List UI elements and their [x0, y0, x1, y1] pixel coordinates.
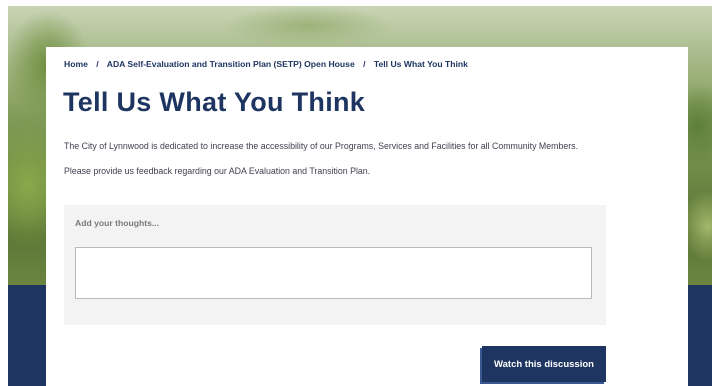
breadcrumb-setp-link[interactable]: ADA Self-Evaluation and Transition Plan … [107, 59, 355, 69]
feedback-prompt-text: Please provide us feedback regarding our… [64, 166, 371, 176]
comment-form: Add your thoughts... [64, 205, 606, 325]
breadcrumb-separator: / [363, 59, 366, 69]
breadcrumb-current: Tell Us What You Think [373, 59, 468, 69]
breadcrumb-home-link[interactable]: Home [64, 59, 88, 69]
breadcrumb: Home / ADA Self-Evaluation and Transitio… [64, 59, 468, 69]
comment-label: Add your thoughts... [75, 218, 160, 228]
watch-discussion-button[interactable]: Watch this discussion [482, 346, 606, 382]
breadcrumb-separator: / [96, 59, 99, 69]
content-card: Home / ADA Self-Evaluation and Transitio… [46, 47, 688, 386]
comment-textarea[interactable] [75, 247, 592, 299]
intro-text: The City of Lynnwood is dedicated to inc… [64, 141, 579, 151]
page-title: Tell Us What You Think [63, 87, 366, 117]
